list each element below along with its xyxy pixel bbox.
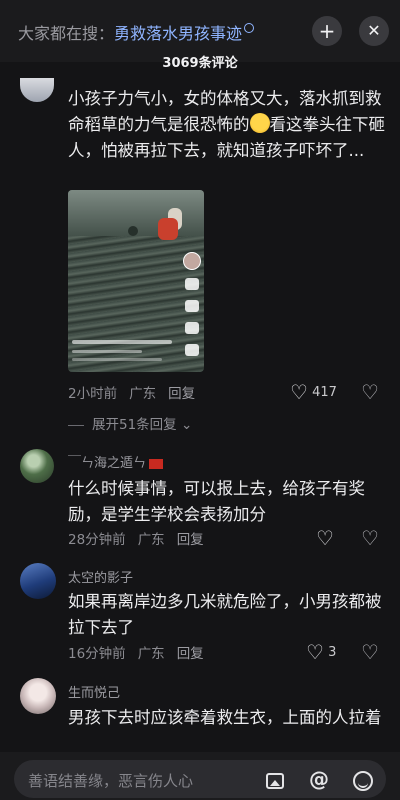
like-button[interactable]: ♡ 3 xyxy=(306,640,336,664)
broken-heart-icon[interactable]: ♡ xyxy=(361,380,379,404)
username[interactable]: ￣ㄣ海之遁ㄣ xyxy=(68,452,164,471)
video-thumbnail[interactable] xyxy=(68,190,204,372)
search-suggestion[interactable]: 大家都在搜：勇救落水男孩事迹 xyxy=(18,20,255,44)
avatar[interactable] xyxy=(20,449,54,483)
like-button[interactable]: ♡ 417 xyxy=(290,380,337,404)
video-figure xyxy=(128,226,138,236)
broken-heart-icon[interactable]: ♡ xyxy=(361,526,379,550)
divider xyxy=(68,424,84,426)
avatar[interactable] xyxy=(20,563,56,599)
search-prefix: 大家都在搜： xyxy=(18,24,115,43)
emoji-icon[interactable] xyxy=(350,766,376,792)
at-icon[interactable]: @ xyxy=(306,766,332,792)
comment-meta: 28分钟前 广东 回复 xyxy=(68,528,216,548)
username[interactable]: 生而悦己 xyxy=(68,682,120,701)
plus-icon[interactable]: + xyxy=(312,16,342,46)
video-caption xyxy=(72,340,172,344)
comment-meta: 2小时前 广东 回复 xyxy=(68,382,207,402)
expand-replies-label: 展开51条回复 xyxy=(92,417,177,433)
like-count: 417 xyxy=(312,385,337,400)
like-button[interactable]: ♡ xyxy=(316,526,334,550)
heart-icon: ♡ xyxy=(316,526,334,550)
video-figure xyxy=(158,218,178,240)
video-caption xyxy=(72,350,142,353)
comment-time: 16分钟前 xyxy=(68,646,126,662)
like-count: 3 xyxy=(328,645,337,660)
comment-input-bar: 善语结善缘，恶言伤人心 @ xyxy=(0,752,400,800)
heart-icon: ♡ xyxy=(306,640,324,664)
broken-heart-icon[interactable]: ♡ xyxy=(361,640,379,664)
comment-location: 广东 xyxy=(137,532,165,548)
heart-icon: ♡ xyxy=(290,380,308,404)
comment-text: 小孩子力气小，女的体格又大，落水抓到救命稻草的力气是很恐怖的 看这拳头往下砸人，怕… xyxy=(68,86,386,164)
comment-location: 广东 xyxy=(137,646,165,662)
comment-location: 广东 xyxy=(129,386,157,402)
flag-icon xyxy=(149,458,164,469)
reply-button[interactable]: 回复 xyxy=(177,532,204,548)
flushed-face-icon xyxy=(249,113,270,133)
comment-input[interactable]: 善语结善缘，恶言伤人心 @ xyxy=(14,760,386,798)
chevron-down-icon: ⌄ xyxy=(180,417,193,433)
comment-time: 28分钟前 xyxy=(68,532,126,548)
comment-count-title: 3069条评论 xyxy=(162,56,238,71)
close-icon[interactable]: ✕ xyxy=(359,16,389,46)
video-caption xyxy=(72,358,162,361)
comment-input-placeholder: 善语结善缘，恶言伤人心 xyxy=(28,772,194,790)
video-share-icon xyxy=(185,344,199,356)
search-icon xyxy=(244,23,255,33)
avatar[interactable] xyxy=(20,78,54,102)
search-keyword[interactable]: 勇救落水男孩事迹 xyxy=(114,24,242,43)
avatar[interactable] xyxy=(20,678,56,714)
video-author-avatar xyxy=(183,252,201,270)
reply-button[interactable]: 回复 xyxy=(177,646,204,662)
video-like-icon xyxy=(185,278,199,290)
image-icon[interactable] xyxy=(262,766,288,792)
reply-button[interactable]: 回复 xyxy=(168,386,195,402)
video-comment-icon xyxy=(185,300,199,312)
username-text: ￣ㄣ海之遁ㄣ xyxy=(68,456,147,471)
username[interactable]: 太空的影子 xyxy=(68,567,133,586)
comment-text: 如果再离岸边多几米就危险了，小男孩都被拉下去了 xyxy=(68,592,382,637)
video-star-icon xyxy=(185,322,199,334)
comment-text: 什么时候事情，可以报上去，给孩子有奖励，是学生学校会表扬加分 xyxy=(68,479,365,524)
comment-time: 2小时前 xyxy=(68,386,118,402)
expand-replies-button[interactable]: 展开51条回复 ⌄ xyxy=(68,413,192,433)
comment-text: 男孩下去时应该牵着救生衣，上面的人拉着 xyxy=(68,708,382,727)
comment-meta: 16分钟前 广东 回复 xyxy=(68,642,216,662)
